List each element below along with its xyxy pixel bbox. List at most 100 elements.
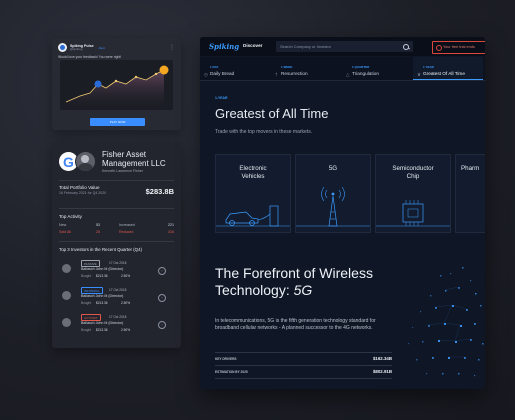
investor-row[interactable]: INFORMAL 17 Oct 2018 Ballasch John M (Di… [59, 285, 174, 312]
stat-row-key-drivers: KEY DRIVERS $162.34B [215, 352, 392, 365]
activity-left-value: 25 [96, 230, 100, 234]
post-author-handle: @spiking [70, 46, 83, 51]
tab-label: Triangulation [352, 71, 379, 76]
sector-label: 5G [296, 165, 370, 173]
activity-right-value: 221 [168, 223, 174, 227]
spiking-avatar [58, 43, 67, 52]
section-description: In telecommunications, 5G is the fifth g… [215, 318, 376, 331]
chart-marker [94, 80, 102, 88]
investor-percent: 2.50% [121, 274, 131, 278]
activity-right-label: Reduced [119, 230, 134, 234]
triangle-icon: △ [346, 72, 350, 77]
sector-card-pharma[interactable]: Pharm [455, 154, 485, 233]
investor-name: Ballasch John M (Director) [81, 267, 124, 271]
tab-resurrection[interactable]: 1 WEEK † Resurrection [271, 57, 341, 80]
investor-date: 17 Oct 2018 [109, 261, 127, 265]
tab-sub: 1 QUARTER [352, 65, 370, 69]
sector-label: Pharm [461, 165, 485, 173]
chevron-right-icon[interactable]: › [158, 321, 166, 329]
chevron-right-icon[interactable]: › [158, 294, 166, 302]
sector-label-line1: 5G [328, 165, 338, 172]
cross-icon: † [275, 72, 278, 77]
tab-sub: 1 WEEK [281, 65, 293, 69]
company-name-line2: Management LLC [102, 159, 166, 168]
investor-price: $213.36 [96, 274, 108, 278]
nav-discover[interactable]: Discover [243, 43, 262, 48]
search-input[interactable]: Search Company or Investor [276, 41, 413, 52]
sector-label-line2: Chip [406, 173, 420, 180]
post-chart-svg [65, 65, 169, 108]
activity-left-label: New [59, 223, 67, 227]
stat-row-estimation: ESTIMATION BY 2025 $802.91B [215, 365, 392, 379]
spiking-logo[interactable]: Spiking [209, 42, 239, 51]
investor-percent: 2.50% [121, 328, 131, 332]
section-eyebrow: 1-YEAR [215, 96, 228, 100]
investor-avatar [62, 264, 71, 273]
car-icon [216, 205, 290, 227]
tab-sub: 1 DAY [210, 65, 219, 69]
section-heading: The Forefront of Wireless Technology: 5G [215, 265, 425, 299]
investor-photo [75, 151, 96, 172]
clock-icon: ◷ [204, 72, 208, 77]
search-icon[interactable] [403, 43, 409, 50]
activity-right-label: Increased [119, 223, 135, 227]
investor-date: 17 Oct 2018 [109, 288, 127, 292]
investor-price: $213.36 [96, 328, 108, 332]
investor-name: Ballasch John M (Director) [81, 294, 124, 298]
investor-bought-label: Bought [81, 328, 92, 332]
divider [59, 241, 174, 242]
sector-label-line1: Semiconductor [392, 165, 434, 172]
play-now-button[interactable]: PLAY NOW [90, 118, 145, 126]
top-bar: Spiking Discover Search Company or Inves… [200, 37, 485, 56]
investor-bought-label: Bought [81, 301, 92, 305]
tab-daily-bread[interactable]: 1 DAY ◷ Daily Bread [200, 57, 270, 80]
investor-row[interactable]: PASSIVE 17 Oct 2018 Ballasch John M (Dir… [59, 258, 174, 285]
sector-card-5g[interactable]: 5G [295, 154, 371, 233]
tab-sub: 1 YEAR [423, 65, 434, 69]
post-chart [60, 60, 173, 110]
portfolio-value: $283.8B [145, 187, 174, 196]
stat-key: ESTIMATION BY 2025 [215, 370, 248, 374]
person-name: Kenneth Lawrence Fisher [102, 169, 143, 173]
social-post-card[interactable]: Spiking Pulse @spiking Alert ⋮ Would lov… [52, 38, 181, 130]
crown-icon: ♛ [417, 72, 422, 77]
investor-bought-label: Bought [81, 274, 92, 278]
sector-card-electronic-vehicles[interactable]: Electronic Vehicles [215, 154, 291, 233]
tab-triangulation[interactable]: 1 QUARTER △ Triangulation [342, 57, 412, 80]
investors-title: Top 3 Investors in the Recent Quarter (Q… [59, 247, 142, 252]
chevron-right-icon[interactable]: › [158, 267, 166, 275]
investor-row[interactable]: ACTIVIST 17 Oct 2018 Ballasch John M (Di… [59, 312, 174, 339]
trial-banner-button[interactable]: Your free trial ends [432, 41, 485, 54]
chip-icon [376, 200, 450, 227]
divider [59, 208, 174, 209]
investor-badge: ACTIVIST [81, 314, 101, 321]
investor-profile-card: G Fisher Asset Management LLC Kenneth La… [52, 142, 181, 348]
activity-title: Top Activity [59, 214, 82, 219]
tab-label: Daily Bread [210, 71, 235, 76]
sector-label: Electronic Vehicles [216, 165, 290, 181]
investor-badge: INFORMAL [81, 287, 103, 294]
timeframe-tabs: 1 DAY ◷ Daily Bread 1 WEEK † Resurrectio… [200, 57, 485, 81]
page-title: Greatest of All Time [215, 106, 329, 121]
sector-label-line2: Vehicles [241, 173, 265, 180]
activity-left-label: Sold All [59, 230, 71, 234]
section-heading-emphasis: 5G [293, 282, 313, 298]
activity-right-value: 316 [168, 230, 174, 234]
investor-avatar [62, 291, 71, 300]
sector-card-semiconductor-chip[interactable]: Semiconductor Chip [375, 154, 451, 233]
investor-percent: 2.50% [121, 301, 131, 305]
company-name-line1: Fisher Asset [102, 150, 147, 159]
investor-avatar [62, 318, 71, 327]
investor-badge: PASSIVE [81, 260, 100, 267]
section-heading-line2: Technology: [215, 282, 290, 298]
chart-marker [159, 65, 169, 75]
tab-greatest-of-all-time[interactable]: 1 YEAR ♛ Greatest Of All Time [413, 57, 483, 80]
more-options-icon[interactable]: ⋮ [169, 45, 175, 51]
page-subtitle: Trade with the top movers in these marke… [215, 129, 313, 135]
cell-tower-icon [296, 186, 370, 227]
clock-icon [436, 44, 442, 51]
sector-label-line1: Electronic [239, 165, 267, 172]
stat-key: KEY DRIVERS [215, 357, 237, 361]
app-window: Spiking Discover Search Company or Inves… [200, 37, 485, 389]
trial-text: Your free trial ends [443, 45, 475, 49]
